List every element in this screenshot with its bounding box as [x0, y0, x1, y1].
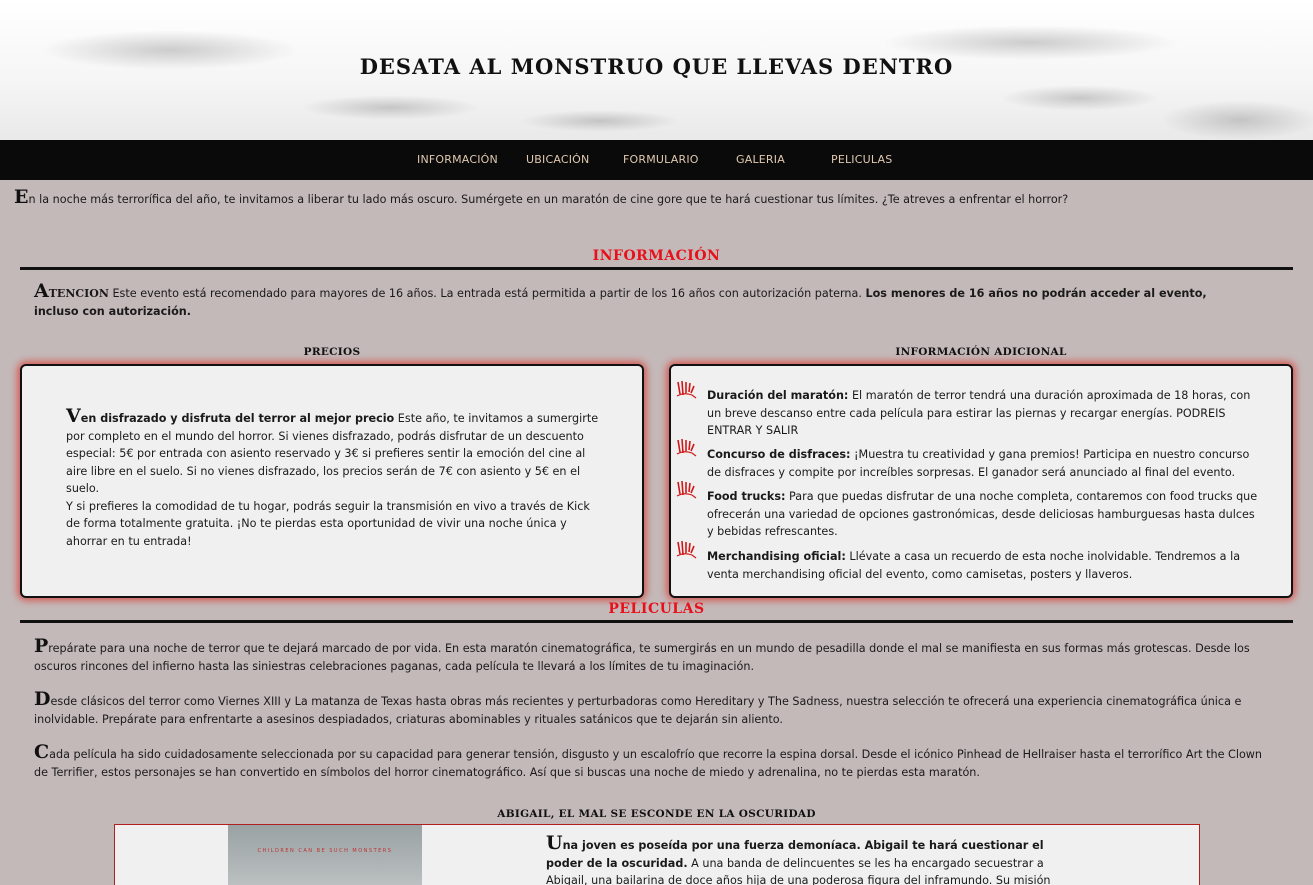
blood-hand-icon — [676, 480, 697, 499]
adicional-title: INFORMACIÓN ADICIONAL — [895, 346, 1067, 358]
poster-tagline: CHILDREN CAN BE SUCH MONSTERS — [257, 848, 393, 854]
page-title: DESATA AL MONSTRUO QUE LLEVAS DENTRO — [359, 54, 954, 79]
header-banner: DESATA AL MONSTRUO QUE LLEVAS DENTRO — [0, 0, 1313, 140]
blood-hand-icon — [676, 438, 697, 457]
paragraph-text: esde clásicos del terror como Viernes XI… — [34, 695, 1242, 726]
nav-peliculas[interactable]: PELICULAS — [831, 153, 892, 166]
movie-dropcap: U — [546, 832, 563, 854]
adicional-item: Concurso de disfraces: ¡Muestra tu creat… — [707, 446, 1262, 481]
movie-title: ABIGAIL, EL MAL SE ESCONDE EN LA OSCURID… — [497, 808, 816, 820]
divider — [20, 267, 1293, 270]
precios-text: Ven disfrazado y disfruta del terror al … — [66, 405, 602, 550]
atencion-dropcap: A — [34, 280, 49, 302]
precios-lead: en disfrazado y disfruta del terror al m… — [80, 412, 395, 425]
blood-hand-icon — [676, 540, 697, 559]
blood-hand-icon — [676, 380, 697, 399]
nav-galeria[interactable]: GALERIA — [736, 153, 785, 166]
adicional-box: Duración del maratón: El maratón de terr… — [669, 364, 1293, 598]
adicional-item: Food trucks: Para que puedas disfrutar d… — [707, 488, 1262, 541]
adicional-item: Merchandising oficial: Llévate a casa un… — [707, 548, 1262, 583]
paragraph-text: repárate para una noche de terror que te… — [34, 642, 1250, 673]
peliculas-paragraph: Desde clásicos del terror como Viernes X… — [34, 688, 1279, 728]
paragraph-dropcap: P — [34, 635, 49, 657]
nav-ubicacion[interactable]: UBICACIÓN — [526, 153, 589, 166]
peliculas-paragraph: Prepárate para una noche de terror que t… — [34, 635, 1279, 675]
atencion-text: Este evento está recomendado para mayore… — [108, 287, 866, 300]
peliculas-paragraph: Cada película ha sido cuidadosamente sel… — [34, 741, 1279, 781]
adicional-item-label: Merchandising oficial: — [707, 550, 846, 563]
movie-poster[interactable]: CHILDREN CAN BE SUCH MONSTERS — [228, 825, 422, 885]
section-title-peliculas: PELICULAS — [608, 601, 705, 617]
divider — [20, 620, 1293, 623]
adicional-item-label: Food trucks: — [707, 490, 786, 503]
precios-box: Ven disfrazado y disfruta del terror al … — [20, 364, 644, 598]
atencion-notice: ATENCION Este evento está recomendado pa… — [34, 280, 1254, 320]
paragraph-text: ada película ha sido cuidadosamente sele… — [34, 748, 1263, 779]
movie-card: CHILDREN CAN BE SUCH MONSTERS Una joven … — [114, 824, 1200, 885]
adicional-item-text: Para que puedas disfrutar de una noche c… — [707, 490, 1258, 538]
paragraph-dropcap: C — [34, 741, 50, 763]
movie-description: Una joven es poseída por una fuerza demo… — [546, 832, 1071, 885]
intro-dropcap: E — [14, 186, 29, 208]
nav-informacion[interactable]: INFORMACIÓN — [417, 153, 498, 166]
section-title-informacion: INFORMACIÓN — [592, 248, 721, 264]
main-nav: INFORMACIÓN UBICACIÓN FORMULARIO GALERIA… — [0, 140, 1313, 180]
precios-body-2: Y si prefieres la comodidad de tu hogar,… — [66, 499, 590, 548]
precios-dropcap: V — [66, 405, 81, 427]
precios-title: PRECIOS — [303, 346, 361, 358]
adicional-item-label: Duración del maratón: — [707, 389, 849, 402]
atencion-word: TENCION — [48, 287, 109, 300]
paragraph-dropcap: D — [34, 688, 51, 710]
nav-formulario[interactable]: FORMULARIO — [623, 153, 699, 166]
adicional-item: Duración del maratón: El maratón de terr… — [707, 387, 1262, 440]
adicional-item-label: Concurso de disfraces: — [707, 448, 851, 461]
intro-body: n la noche más terrorífica del año, te i… — [28, 193, 1069, 206]
intro-text: En la noche más terrorífica del año, te … — [14, 186, 1068, 208]
